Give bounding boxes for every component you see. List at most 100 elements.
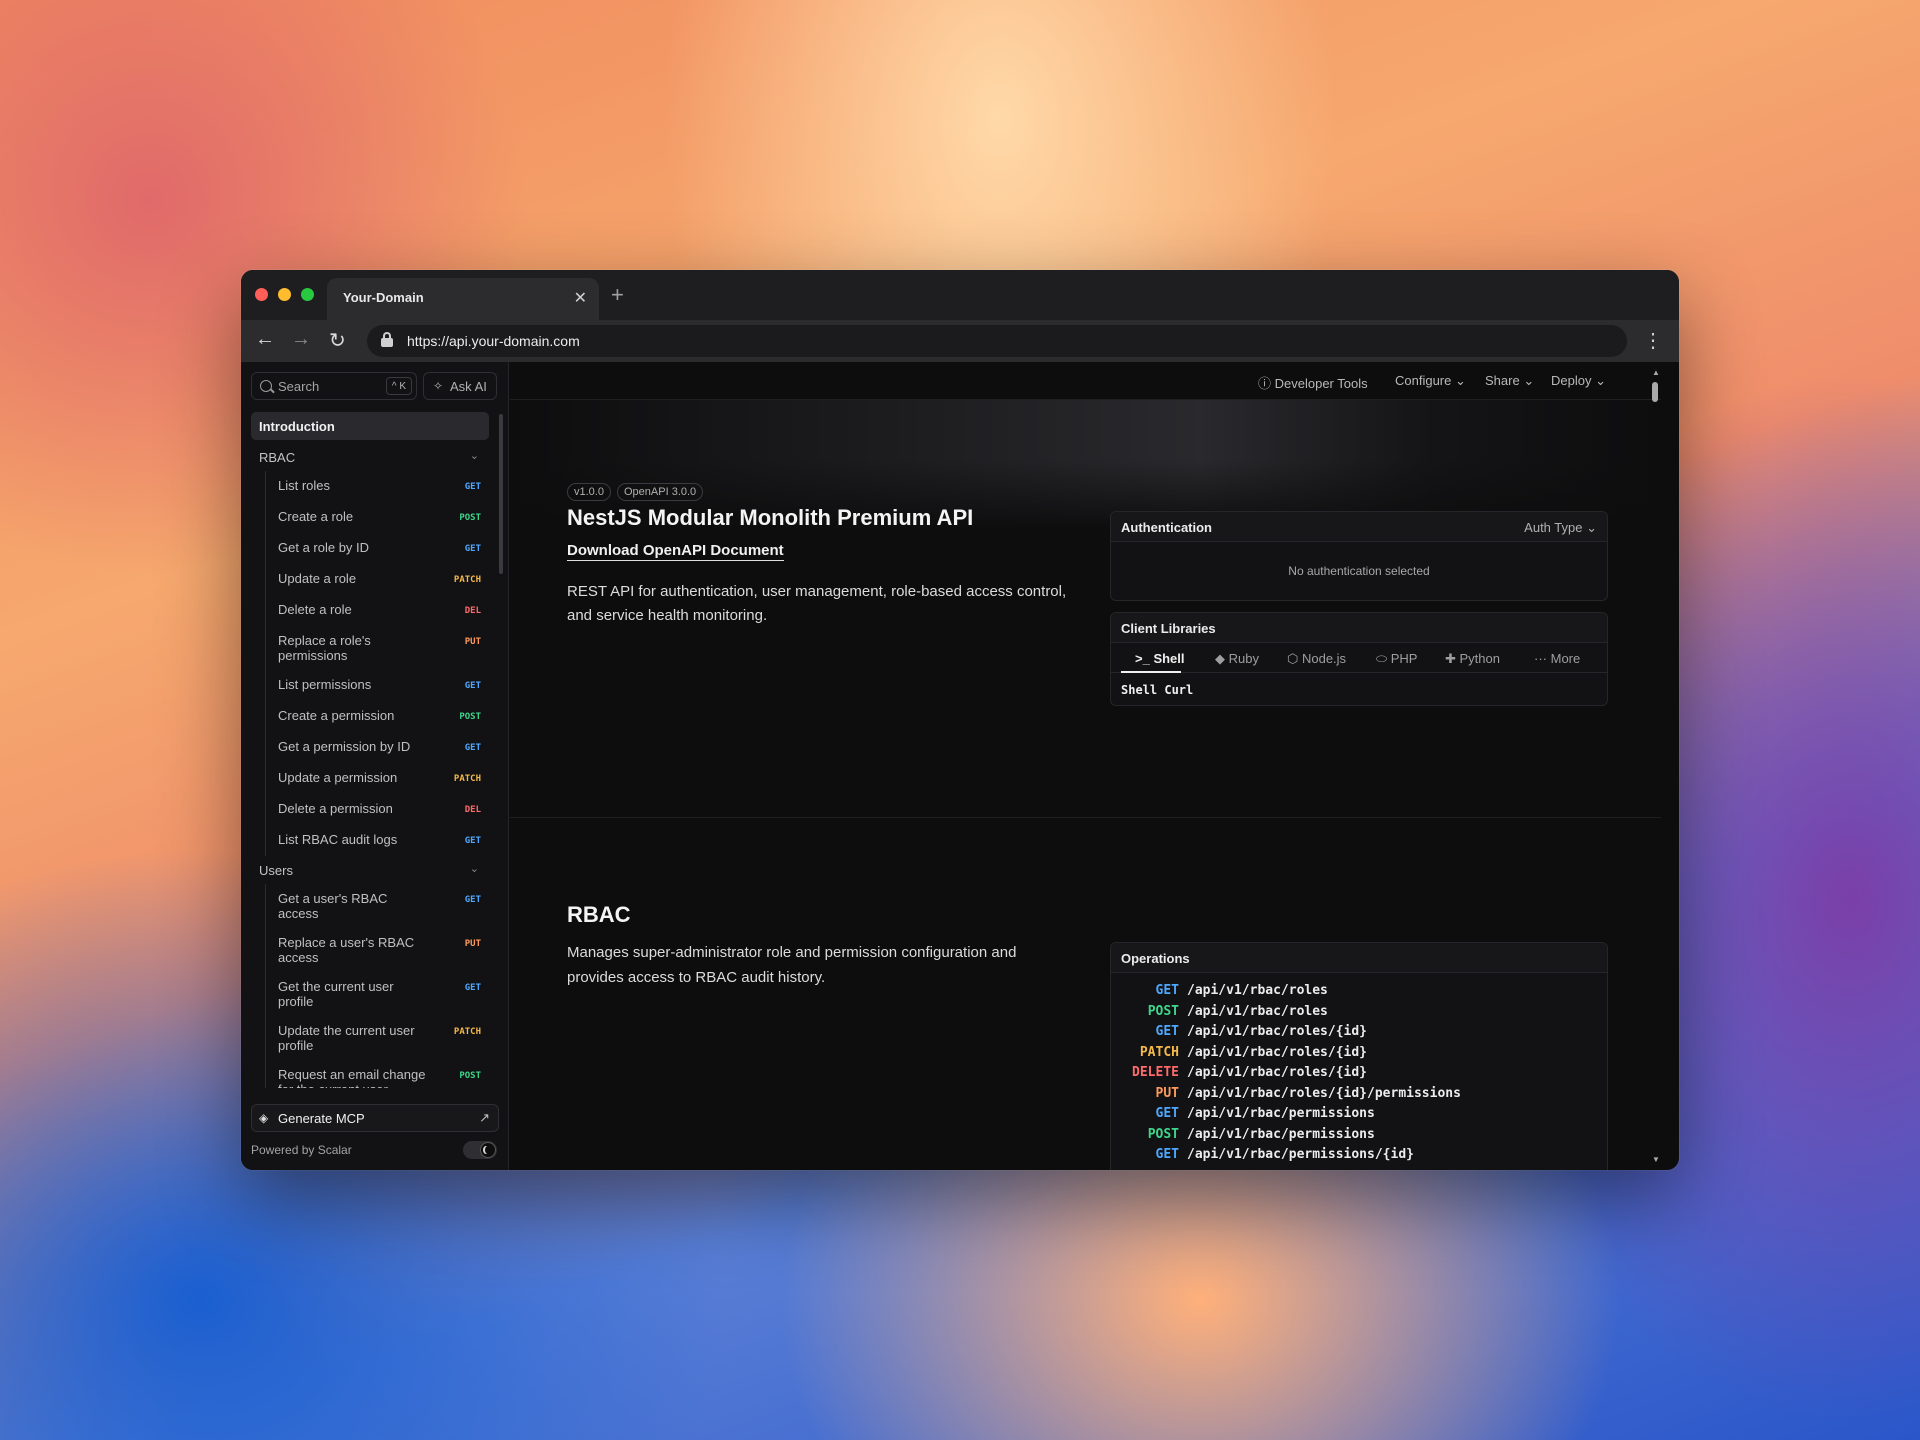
tab-php-label: PHP <box>1390 651 1418 666</box>
close-tab-icon[interactable]: ✕ <box>574 288 587 308</box>
operation-row[interactable]: PUT/api/v1/rbac/roles/{id}/permissions <box>1121 1086 1461 1107</box>
tab-nodejs[interactable]: ⬡ Node.js <box>1287 651 1346 667</box>
more-icon: ··· <box>1534 651 1551 666</box>
method-badge: PATCH <box>453 1027 481 1037</box>
sidebar-item[interactable]: Request an email change for the current … <box>266 1060 489 1088</box>
back-icon[interactable]: ← <box>255 328 275 351</box>
search-input[interactable]: Search ^ K <box>251 372 417 400</box>
scrollbar-thumb[interactable] <box>1652 382 1658 402</box>
sidebar-item-label: List RBAC audit logs <box>278 832 398 847</box>
operation-row[interactable]: GET/api/v1/rbac/permissions/{id} <box>1121 1147 1461 1168</box>
sidebar-group-rbac[interactable]: RBAC ⌄ <box>251 443 489 471</box>
generate-mcp-button[interactable]: ◈ Generate MCP ↗ <box>251 1104 499 1132</box>
sidebar-item-label: Get a permission by ID <box>278 739 411 754</box>
sidebar-item[interactable]: Get a role by ID GET <box>266 533 489 564</box>
terminal-icon: >_ <box>1135 651 1154 666</box>
client-library-code: Shell Curl <box>1121 683 1194 697</box>
sidebar-item[interactable]: Create a role POST <box>266 502 489 533</box>
scroll-down-icon[interactable]: ▼ <box>1652 1155 1660 1164</box>
active-tab-indicator <box>1121 671 1181 673</box>
sidebar-item[interactable]: List permissions GET <box>266 670 489 701</box>
operation-row[interactable]: DELETE/api/v1/rbac/roles/{id} <box>1121 1065 1461 1086</box>
operation-method: DELETE <box>1132 1065 1179 1080</box>
sidebar-item[interactable]: Create a permission POST <box>266 701 489 732</box>
sidebar-item-label: Replace a role's permissions <box>278 633 371 663</box>
operation-row[interactable]: POST/api/v1/rbac/permissions <box>1121 1127 1461 1148</box>
info-icon: ⓘ <box>1258 376 1275 391</box>
sidebar-item[interactable]: Delete a role DEL <box>266 595 489 626</box>
forward-icon[interactable]: → <box>291 328 311 351</box>
operation-path: /api/v1/rbac/permissions <box>1187 1106 1375 1121</box>
tab-shell[interactable]: >_ Shell <box>1135 651 1185 666</box>
client-library-tabs: >_ Shell ◆ Ruby ⬡ Node.js ⬭ PHP ✚ Python… <box>1111 643 1607 673</box>
sidebar-item[interactable]: Get a permission by ID GET <box>266 732 489 763</box>
address-bar[interactable]: https://api.your-domain.com <box>367 325 1627 357</box>
sidebar-item[interactable]: Update the current user profile PATCH <box>266 1016 489 1060</box>
share-menu[interactable]: Share ⌄ <box>1485 373 1534 389</box>
operation-row[interactable]: GET/api/v1/rbac/permissions <box>1121 1106 1461 1127</box>
tab-ruby-label: Ruby <box>1228 651 1259 666</box>
download-openapi-link[interactable]: Download OpenAPI Document <box>567 542 784 561</box>
operation-path: /api/v1/rbac/roles/{id} <box>1187 1065 1368 1080</box>
method-badge: PUT <box>464 637 481 647</box>
developer-tools-button[interactable]: ⓘ Developer Tools <box>1258 373 1368 392</box>
configure-menu[interactable]: Configure ⌄ <box>1395 373 1466 389</box>
method-badge: DEL <box>464 805 481 815</box>
operation-row[interactable]: GET/api/v1/rbac/roles/{id} <box>1121 1024 1461 1045</box>
ask-ai-button[interactable]: ✧ Ask AI <box>423 372 497 400</box>
sidebar-group-label: Users <box>259 863 293 878</box>
new-tab-icon[interactable]: + <box>611 282 624 308</box>
chevron-down-icon: ⌄ <box>1591 373 1606 388</box>
auth-type-select[interactable]: Auth Type ⌄ <box>1524 520 1597 536</box>
sidebar-item[interactable]: Replace a role's permissions PUT <box>266 626 489 670</box>
scroll-up-icon[interactable]: ▲ <box>1652 368 1660 377</box>
dark-mode-toggle[interactable] <box>463 1141 497 1159</box>
sidebar-item[interactable]: Get the current user profile GET <box>266 972 489 1016</box>
sidebar-item[interactable]: List roles GET <box>266 471 489 502</box>
top-nav: ⓘ Developer Tools Configure ⌄ Share ⌄ De… <box>510 362 1661 400</box>
operation-path: /api/v1/rbac/roles/{id} <box>1187 1044 1368 1060</box>
sidebar-item-introduction[interactable]: Introduction <box>251 412 489 440</box>
operation-row[interactable]: GET/api/v1/rbac/roles <box>1121 983 1461 1004</box>
sidebar-item-label: Delete a role <box>278 602 352 617</box>
client-libraries-card: Client Libraries >_ Shell ◆ Ruby ⬡ Node.… <box>1110 612 1608 706</box>
client-libraries-header: Client Libraries <box>1111 613 1607 643</box>
sidebar-item[interactable]: Update a role PATCH <box>266 564 489 595</box>
sidebar-item-label: Create a permission <box>278 708 395 723</box>
tab-title: Your-Domain <box>343 290 424 305</box>
sidebar-group-items: List roles GET Create a role POST Get a role… <box>265 471 489 856</box>
operations-title: Operations <box>1121 951 1190 966</box>
title-bar: Your-Domain ✕ + <box>241 270 1679 320</box>
tab-python[interactable]: ✚ Python <box>1445 651 1500 667</box>
minimize-window-button[interactable] <box>278 288 291 301</box>
method-badge: GET <box>464 983 481 993</box>
sidebar-item[interactable]: Update a permission PATCH <box>266 763 489 794</box>
close-window-button[interactable] <box>255 288 268 301</box>
tab-more[interactable]: ··· More <box>1534 651 1580 666</box>
browser-menu-icon[interactable]: ⋮ <box>1643 328 1663 353</box>
main-scrollbar[interactable]: ▲ ▼ <box>1651 368 1660 1164</box>
sidebar-item[interactable]: Replace a user's RBAC access PUT <box>266 928 489 972</box>
operation-path: /api/v1/rbac/permissions <box>1187 1126 1375 1142</box>
sidebar-item[interactable]: Get a user's RBAC access GET <box>266 884 489 928</box>
sidebar-item-label: Update a role <box>278 571 357 586</box>
deploy-label: Deploy <box>1551 373 1592 388</box>
tab-php[interactable]: ⬭ PHP <box>1376 651 1417 667</box>
operation-row[interactable]: PATCH/api/v1/rbac/roles/{id} <box>1121 1045 1461 1066</box>
chevron-down-icon: ⌄ <box>1582 520 1597 535</box>
sidebar-scrollbar[interactable] <box>499 414 503 574</box>
maximize-window-button[interactable] <box>301 288 314 301</box>
developer-tools-label: Developer Tools <box>1274 376 1368 391</box>
operations-card: Operations GET/api/v1/rbac/roles POST/api… <box>1110 942 1608 1170</box>
tab-ruby[interactable]: ◆ Ruby <box>1215 651 1259 667</box>
deploy-menu[interactable]: Deploy ⌄ <box>1551 373 1606 389</box>
operations-header: Operations <box>1111 943 1607 973</box>
browser-tab[interactable]: Your-Domain ✕ <box>327 278 599 320</box>
method-badge: GET <box>464 743 481 753</box>
sidebar-group-users[interactable]: Users ⌄ <box>251 856 489 884</box>
auth-type-label: Auth Type <box>1524 520 1583 535</box>
sidebar-item[interactable]: List RBAC audit logs GET <box>266 825 489 856</box>
reload-icon[interactable]: ↻ <box>329 328 346 353</box>
operation-row[interactable]: POST/api/v1/rbac/roles <box>1121 1004 1461 1025</box>
sidebar-item[interactable]: Delete a permission DEL <box>266 794 489 825</box>
